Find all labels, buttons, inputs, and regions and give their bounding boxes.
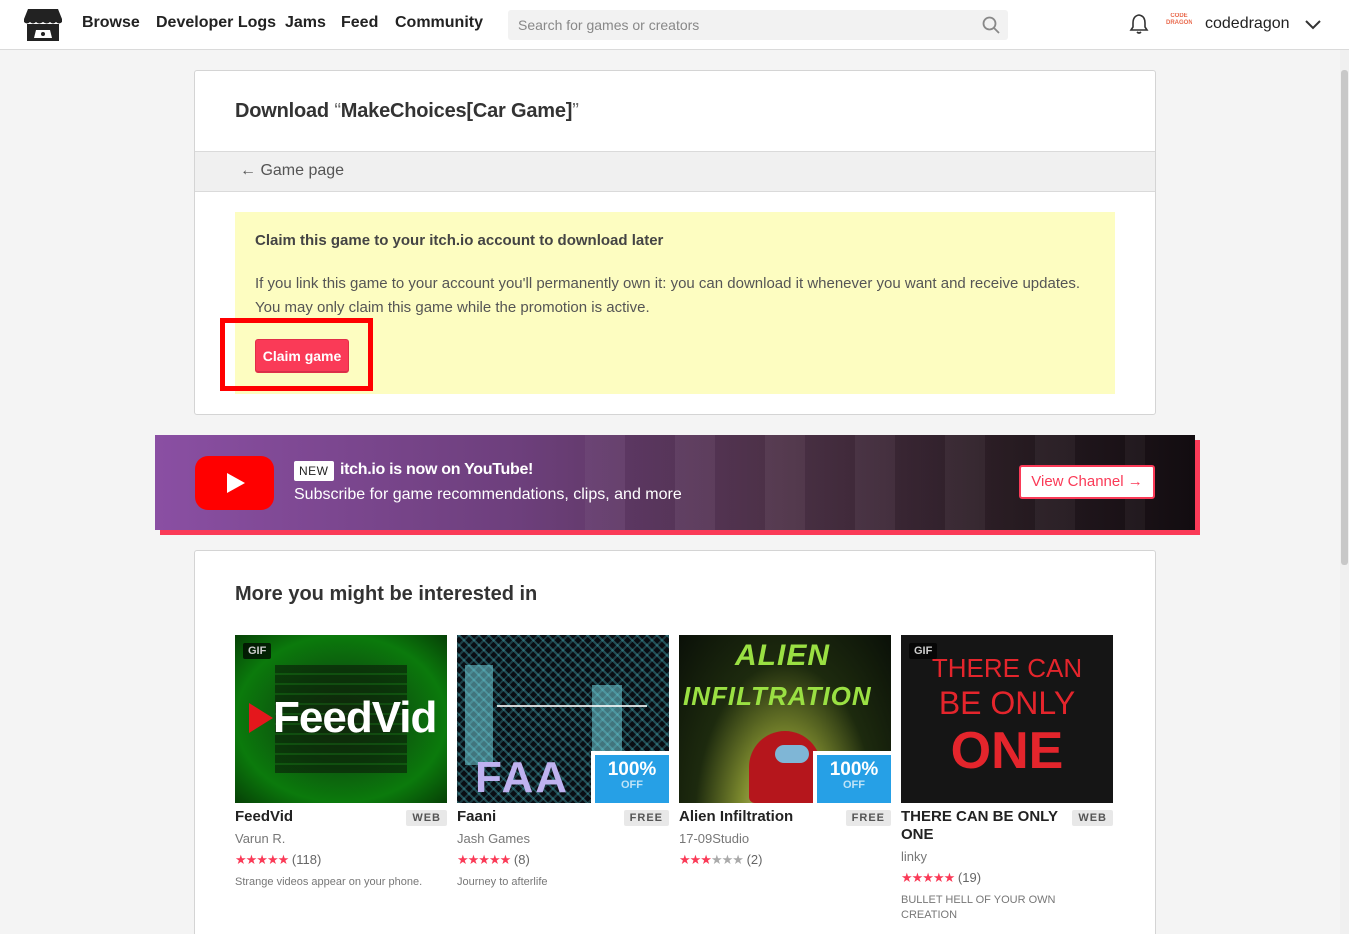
thumbnail-text: FAA: [475, 753, 569, 802]
username[interactable]: codedragon: [1205, 15, 1290, 33]
game-title[interactable]: Alien Infiltration: [679, 808, 839, 826]
star-rating-icon: ★★★★★: [901, 870, 955, 885]
game-description: BULLET HELL OF YOUR OWN CREATION: [901, 894, 1056, 921]
rating-count: (8): [513, 852, 530, 867]
game-cell: FeedVid GIF FeedVid WEB Varun R. ★★★★★ (…: [235, 635, 447, 888]
thumbnail-visor: [775, 745, 809, 763]
game-rating: ★★★★★ (8): [457, 852, 530, 868]
nav-developer-logs[interactable]: Developer Logs: [156, 14, 276, 32]
page-scrollbar[interactable]: [1340, 50, 1349, 934]
sale-percent: 100%: [607, 759, 657, 780]
sale-percent: 100%: [829, 759, 879, 780]
new-badge: NEW: [294, 461, 334, 481]
youtube-play-icon[interactable]: [195, 456, 274, 510]
game-cell: ALIEN INFILTRATION 100% OFF Alien Infiltr…: [679, 635, 891, 867]
thumbnail-text: INFILTRATION: [683, 681, 872, 711]
platform-badge: WEB: [406, 810, 447, 826]
sale-off-label: OFF: [621, 779, 643, 791]
chevron-down-icon[interactable]: [1304, 16, 1322, 34]
sale-badge: 100% OFF: [591, 751, 669, 803]
game-author[interactable]: Jash Games: [457, 831, 530, 846]
nav-community[interactable]: Community: [395, 14, 483, 32]
platform-badge: FREE: [623, 810, 669, 826]
game-description: Strange videos appear on your phone.: [235, 876, 423, 888]
thumbnail-text: FeedVid: [273, 693, 437, 742]
scrollbar-thumb[interactable]: [1341, 70, 1348, 565]
title-quote-close: ”: [572, 100, 579, 122]
sale-badge: 100% OFF: [813, 751, 891, 803]
search-input[interactable]: [508, 10, 968, 40]
youtube-banner[interactable]: NEW itch.io is now on YouTube! Subscribe…: [155, 435, 1195, 530]
thumbnail-text: ALIEN: [735, 639, 830, 672]
back-to-game-page-link[interactable]: ← Game page: [240, 162, 344, 180]
star-rating-icon: ★★★★★★: [679, 852, 744, 867]
sale-badge-inner: 100% OFF: [595, 755, 669, 803]
game-title[interactable]: FeedVid: [235, 808, 395, 826]
claim-text: If you link this game to your account yo…: [255, 275, 1080, 316]
game-author[interactable]: linky: [901, 849, 927, 864]
recommendations-title: More you might be interested in: [235, 583, 538, 605]
notification-bell-icon[interactable]: [1128, 13, 1150, 35]
thumbnail-character: [749, 731, 821, 803]
claim-game-button[interactable]: Claim game: [255, 339, 349, 373]
stars-empty: ★★★: [710, 852, 744, 867]
title-prefix: Download: [235, 100, 335, 122]
thumbnail-pillar: [465, 665, 493, 765]
game-cell: THERE CAN BE ONLY ONE GIF THERE CAN BE O…: [901, 635, 1113, 921]
gif-badge: GIF: [243, 643, 272, 659]
game-cell: FAA 100% OFF Faani FREE Jash Games ★★★★★ …: [457, 635, 669, 888]
game-title[interactable]: Faani: [457, 808, 617, 826]
sale-off-label: OFF: [843, 779, 865, 791]
nav-jams[interactable]: Jams: [285, 14, 326, 32]
game-thumbnail[interactable]: FAA 100% OFF: [457, 635, 669, 803]
game-description: Journey to afterlife: [457, 876, 548, 888]
gif-badge: GIF: [909, 643, 938, 659]
claim-heading: Claim this game to your itch.io account …: [255, 232, 664, 249]
rating-count: (19): [957, 870, 982, 885]
game-name: MakeChoices[Car Game]: [340, 100, 573, 122]
play-triangle-icon: [249, 703, 273, 733]
game-rating: ★★★★★★ (2): [679, 852, 762, 868]
thumbnail-text: BE ONLY: [938, 685, 1076, 721]
thumbnail-text: ONE: [950, 722, 1064, 780]
recommendations-card: More you might be interested in FeedVid …: [194, 550, 1156, 934]
game-rating: ★★★★★ (19): [901, 870, 981, 886]
avatar[interactable]: CODE DRAGON: [1166, 13, 1192, 37]
game-author[interactable]: Varun R.: [235, 831, 285, 846]
game-page-bar: ← Game page: [195, 151, 1155, 192]
itchio-logo-icon[interactable]: [23, 7, 63, 43]
nav-feed[interactable]: Feed: [341, 14, 378, 32]
page-title: Download “MakeChoices[Car Game]”: [235, 100, 579, 123]
banner-subtitle: Subscribe for game recommendations, clip…: [294, 486, 682, 503]
nav-browse[interactable]: Browse: [82, 14, 140, 32]
rating-count: (118): [291, 852, 322, 867]
rating-count: (2): [746, 852, 763, 867]
game-title[interactable]: THERE CAN BE ONLY ONE: [901, 808, 1061, 844]
platform-badge: WEB: [1072, 810, 1113, 826]
top-navigation-bar: Browse Developer Logs Jams Feed Communit…: [0, 0, 1349, 50]
view-channel-button[interactable]: View Channel →: [1019, 465, 1155, 499]
platform-badge: FREE: [845, 810, 891, 826]
star-rating-icon: ★★★★★: [235, 852, 289, 867]
game-thumbnail[interactable]: FeedVid GIF: [235, 635, 447, 803]
sale-badge-inner: 100% OFF: [817, 755, 891, 803]
game-thumbnail[interactable]: ALIEN INFILTRATION 100% OFF: [679, 635, 891, 803]
star-rating-icon: ★★★★★: [457, 852, 511, 867]
stars-filled: ★★★: [679, 852, 712, 867]
search-icon[interactable]: [982, 16, 1000, 34]
search-box: [508, 10, 1008, 40]
game-author[interactable]: 17-09Studio: [679, 831, 749, 846]
game-thumbnail[interactable]: THERE CAN BE ONLY ONE GIF: [901, 635, 1113, 803]
banner-title: itch.io is now on YouTube!: [340, 461, 534, 478]
thumbnail-beam: [497, 705, 647, 707]
game-rating: ★★★★★ (118): [235, 852, 321, 868]
